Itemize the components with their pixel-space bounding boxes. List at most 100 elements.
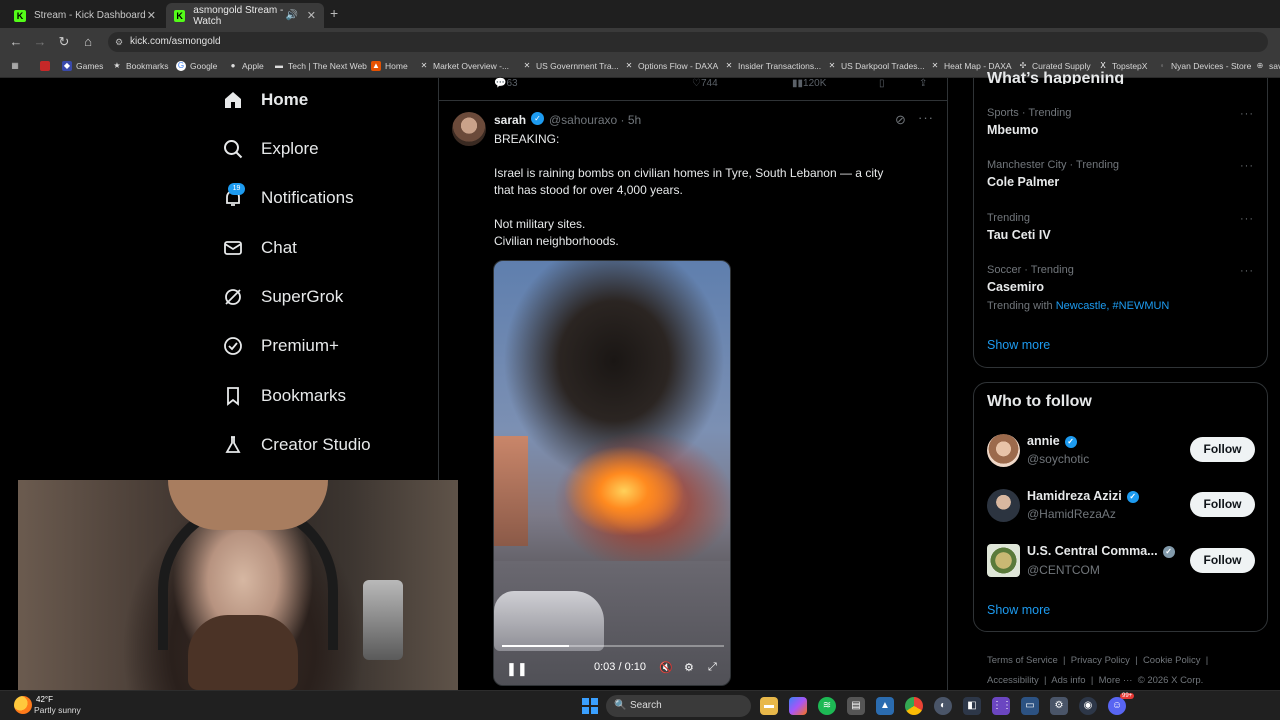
chrome-icon[interactable] bbox=[905, 697, 923, 715]
taskbar-search[interactable]: 🔍 Search bbox=[606, 695, 751, 717]
views-icon[interactable]: ▮▮ 120K bbox=[792, 78, 826, 89]
apps-icon[interactable]: ▦ bbox=[10, 61, 24, 71]
follow-account-name[interactable]: annie ✓ bbox=[1027, 434, 1077, 448]
settings-icon[interactable]: ⚙ bbox=[1050, 697, 1068, 715]
more-icon[interactable]: ··· bbox=[918, 110, 934, 125]
video-progress-bar[interactable] bbox=[502, 645, 724, 647]
settings-icon[interactable]: ⚙ bbox=[684, 661, 694, 674]
weather-icon[interactable] bbox=[14, 696, 32, 714]
avatar[interactable] bbox=[987, 544, 1020, 577]
grok-icon bbox=[222, 286, 244, 308]
avatar[interactable] bbox=[987, 489, 1020, 522]
back-icon[interactable]: ← bbox=[8, 34, 24, 49]
windows-start-icon[interactable] bbox=[582, 698, 598, 714]
photos-icon[interactable]: ▲ bbox=[876, 697, 894, 715]
follow-account-name[interactable]: Hamidreza Azizi ✓ bbox=[1027, 489, 1139, 503]
fullscreen-icon[interactable]: ⤢ bbox=[708, 661, 717, 674]
trend-item[interactable]: Mbeumo bbox=[987, 123, 1038, 137]
weather-temperature[interactable]: 42°F bbox=[36, 695, 53, 704]
nav-premium[interactable]: Premium+ bbox=[222, 331, 339, 361]
footer-link[interactable]: Cookie Policy bbox=[1143, 655, 1201, 666]
nav-chat[interactable]: Chat bbox=[222, 233, 297, 263]
bookmark-options-flow[interactable]: ✕ Options Flow - DAXA bbox=[624, 61, 719, 71]
bookmark-games[interactable]: ◆ Games bbox=[62, 61, 103, 71]
follow-account-handle[interactable]: @soychotic bbox=[1027, 452, 1089, 466]
forward-icon[interactable]: → bbox=[32, 34, 48, 49]
tweet-video[interactable]: ❚❚ 0:03 / 0:10 🔇 ⚙ ⤢ bbox=[493, 260, 731, 686]
tweet-author-name[interactable]: sarah bbox=[494, 113, 526, 127]
follow-account-handle[interactable]: @HamidRezaAz bbox=[1027, 507, 1116, 521]
close-icon[interactable]: ✕ bbox=[147, 9, 156, 22]
bookmark-action-icon[interactable]: ▯ bbox=[879, 78, 885, 89]
share-icon[interactable]: ⇪ bbox=[919, 78, 927, 89]
reload-icon[interactable]: ↻ bbox=[56, 34, 72, 50]
avatar[interactable] bbox=[987, 434, 1020, 467]
more-icon[interactable]: ··· bbox=[1240, 160, 1254, 172]
speaker-icon[interactable]: 🔊 bbox=[286, 10, 298, 21]
nav-creator-studio[interactable]: Creator Studio bbox=[222, 430, 371, 460]
trends-show-more[interactable]: Show more bbox=[987, 338, 1050, 352]
follow-button[interactable]: Follow bbox=[1190, 492, 1255, 517]
reply-icon[interactable]: 💬 63 bbox=[494, 78, 518, 89]
discord-icon[interactable]: ☺ bbox=[1108, 697, 1126, 715]
more-icon[interactable]: ··· bbox=[1240, 265, 1254, 277]
footer-link[interactable]: Accessibility bbox=[987, 675, 1039, 686]
footer-link[interactable]: Terms of Service bbox=[987, 655, 1058, 666]
bookmark-us-government[interactable]: ✕ US Government Tra... bbox=[522, 61, 619, 71]
mute-icon[interactable]: 🔇 bbox=[659, 661, 673, 674]
bookmark-google[interactable]: G Google bbox=[176, 61, 217, 71]
nav-bookmarks[interactable]: Bookmarks bbox=[222, 381, 346, 411]
terminal-icon[interactable]: ▭ bbox=[1021, 697, 1039, 715]
url-field[interactable]: ⚙ kick.com/asmongold bbox=[108, 32, 1268, 52]
footer-link[interactable]: More ··· bbox=[1099, 675, 1133, 686]
copilot-icon[interactable] bbox=[789, 697, 807, 715]
tab-kick-dashboard[interactable]: K Stream - Kick Dashboard ✕ bbox=[6, 3, 164, 28]
trend-item[interactable]: Casemiro bbox=[987, 280, 1044, 294]
follow-button[interactable]: Follow bbox=[1190, 437, 1255, 462]
taskbar-search-placeholder: Search bbox=[630, 700, 662, 711]
nav-supergrok[interactable]: SuperGrok bbox=[222, 282, 343, 312]
more-icon[interactable]: ··· bbox=[1240, 108, 1254, 120]
pause-icon[interactable]: ❚❚ bbox=[506, 661, 528, 677]
like-icon[interactable]: ♡ 744 bbox=[692, 78, 718, 89]
footer-link[interactable]: Privacy Policy bbox=[1071, 655, 1130, 666]
bookmark-sav[interactable]: ⊕sav bbox=[1255, 61, 1280, 71]
tab-asmongold-stream[interactable]: K asmongold Stream - Watch 🔊 ✕ bbox=[166, 3, 324, 28]
bookmark-home[interactable]: ▲ Home bbox=[371, 61, 408, 71]
nav-home[interactable]: Home bbox=[222, 85, 308, 115]
close-icon[interactable]: ✕ bbox=[307, 9, 316, 22]
tweet-author-handle[interactable]: @sahouraxo · 5h bbox=[549, 113, 641, 127]
obs-icon[interactable]: ◉ bbox=[1079, 697, 1097, 715]
spotify-icon[interactable]: ≋ bbox=[818, 697, 836, 715]
app-icon[interactable]: ◧ bbox=[963, 697, 981, 715]
site-info-icon[interactable]: ⚙ bbox=[115, 32, 123, 52]
follow-button[interactable]: Follow bbox=[1190, 548, 1255, 573]
footer-link[interactable]: Ads info bbox=[1051, 675, 1085, 686]
nav-explore[interactable]: Explore bbox=[222, 134, 319, 164]
more-icon[interactable]: ··· bbox=[1240, 213, 1254, 225]
who-to-follow-show-more[interactable]: Show more bbox=[987, 603, 1050, 617]
bookmark-insider-transactions[interactable]: ✕ Insider Transactions... bbox=[724, 61, 822, 71]
trend-meta: Soccer · Trending bbox=[987, 264, 1074, 276]
store-icon[interactable]: ▤ bbox=[847, 697, 865, 715]
home-icon[interactable]: ⌂ bbox=[80, 34, 96, 49]
new-tab-button[interactable]: + bbox=[330, 5, 338, 21]
trend-item[interactable]: Cole Palmer bbox=[987, 175, 1059, 189]
bookmark-red[interactable] bbox=[40, 61, 54, 71]
avatar[interactable] bbox=[452, 112, 486, 146]
bookmark-tnw[interactable]: ▬ Tech | The Next Web bbox=[274, 61, 367, 71]
browser-icon[interactable]: ◐ bbox=[934, 697, 952, 715]
bookmark-bookmarks[interactable]: ★ Bookmarks bbox=[112, 61, 168, 71]
grid-app-icon[interactable]: ⋮⋮ bbox=[992, 697, 1012, 715]
grok-icon[interactable]: ⊘ bbox=[895, 112, 906, 128]
weather-description[interactable]: Partly sunny bbox=[34, 705, 81, 715]
bookmark-apple[interactable]: ● Apple bbox=[228, 61, 264, 71]
trend-item[interactable]: Tau Ceti IV bbox=[987, 228, 1051, 242]
follow-account-name[interactable]: U.S. Central Comma... ✓ bbox=[1027, 544, 1175, 558]
bookmark-market-overview[interactable]: ✕ Market Overview -... bbox=[419, 61, 509, 71]
file-explorer-icon[interactable]: ▬ bbox=[760, 697, 778, 715]
bookmark-nyan-devices[interactable]: ◦ Nyan Devices - Store bbox=[1157, 61, 1252, 71]
trend-related-links[interactable]: Newcastle, #NEWMUN bbox=[1056, 300, 1170, 312]
follow-account-handle[interactable]: @CENTCOM bbox=[1027, 563, 1100, 577]
bookmark-us-darkpool[interactable]: ✕ US Darkpool Trades... bbox=[827, 61, 925, 71]
